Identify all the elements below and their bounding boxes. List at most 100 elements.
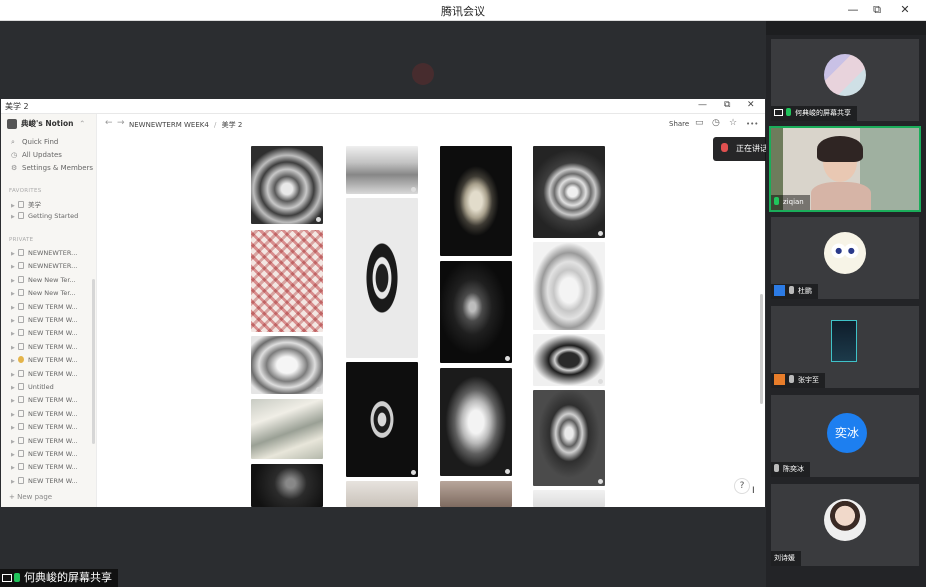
gallery-image[interactable]	[251, 399, 323, 459]
gallery-image[interactable]	[251, 336, 323, 394]
minimize-button[interactable]: —	[844, 2, 862, 18]
gallery-image[interactable]	[440, 261, 512, 363]
close-button[interactable]: ✕	[896, 2, 914, 18]
triangle-right-icon: ▶	[11, 371, 15, 378]
restore-button[interactable]: ⧉	[868, 2, 886, 18]
page-icon	[18, 302, 24, 310]
gallery-image[interactable]	[251, 464, 323, 507]
search-icon: ⌕	[11, 138, 15, 146]
settings-link[interactable]: ⚙ Settings & Members	[11, 164, 93, 172]
workspace-switcher[interactable]: 典峻's Notion ⌃	[7, 118, 85, 132]
triangle-right-icon: ▶	[11, 264, 15, 271]
gallery-image[interactable]	[533, 390, 605, 486]
gallery-image[interactable]	[346, 481, 418, 507]
text-cursor-icon: I	[752, 486, 755, 496]
more-icon[interactable]: •••	[746, 120, 758, 128]
sidebar-item-private[interactable]: ▶ NEW TERM W...	[11, 396, 91, 408]
sidebar-item-private[interactable]: ▶ Untitled	[11, 383, 91, 395]
updates-icon[interactable]: ◷	[712, 118, 720, 128]
image-badge-icon	[598, 231, 603, 236]
participant-label: 张宇至	[771, 373, 825, 388]
sidebar-item-private[interactable]: ▶ NEW TERM W...	[11, 476, 91, 489]
triangle-right-icon: ▶	[11, 331, 15, 338]
page-icon	[18, 383, 24, 390]
sidebar-item-private[interactable]: ▶ NEWNEWTER...	[11, 262, 91, 274]
shared-close-button[interactable]: ✕	[747, 100, 755, 110]
gallery-image[interactable]	[251, 230, 323, 332]
gallery-image[interactable]	[533, 146, 605, 238]
participant-tile[interactable]: ziqian	[769, 126, 921, 212]
participant-tile[interactable]: 刘诗媛	[771, 484, 919, 566]
participant-tile[interactable]: 张宇至	[771, 306, 919, 388]
gallery-image[interactable]	[533, 242, 605, 330]
sidebar-item-private[interactable]: ▶ NEW TERM W...	[11, 423, 91, 435]
comment-icon[interactable]: ▭	[695, 118, 704, 128]
back-arrow-icon[interactable]: ←	[105, 118, 113, 128]
sidebar-item-private[interactable]: ▶ NEW TERM W...	[11, 450, 91, 462]
gallery-image[interactable]	[533, 334, 605, 386]
participant-tile[interactable]: 奕冰 陈奕冰	[771, 395, 919, 477]
triangle-right-icon: ▶	[11, 465, 15, 472]
page-icon	[18, 476, 24, 484]
triangle-right-icon: ▶	[11, 318, 15, 324]
triangle-right-icon: ▶	[11, 203, 15, 209]
triangle-right-icon: ▶	[11, 478, 15, 485]
chevron-icon: ⌃	[79, 119, 86, 128]
page-scrollbar[interactable]	[760, 294, 763, 404]
favorite-icon[interactable]: ☆	[729, 118, 737, 128]
sidebar-item-favorite[interactable]: ▶ 美学	[11, 199, 91, 211]
forward-arrow-icon[interactable]: →	[117, 118, 125, 128]
page-icon	[18, 201, 24, 208]
gallery-image[interactable]	[440, 146, 512, 256]
sidebar-item-private[interactable]: ▶ NEW TERM W...	[11, 369, 91, 382]
participant-tile[interactable]: 何典峻的屏幕共享	[771, 39, 919, 121]
gallery-image[interactable]	[440, 368, 512, 476]
page-icon	[18, 463, 24, 471]
sidebar-item-private[interactable]: ▶ New New Ter...	[11, 289, 91, 301]
sidebar-item-favorite[interactable]: ▶ Getting Started	[11, 212, 91, 224]
all-updates-link[interactable]: ◷ All Updates	[11, 151, 62, 159]
window-title: 腾讯会议	[441, 5, 485, 18]
sidebar-item-private[interactable]: ▶ NEW TERM W...	[11, 316, 91, 328]
triangle-right-icon: ▶	[11, 214, 15, 220]
screen-share-icon	[774, 109, 783, 116]
page-icon	[18, 289, 24, 297]
sidebar-scrollbar[interactable]	[92, 279, 95, 444]
gallery-image[interactable]	[251, 146, 323, 224]
sidebar-item-private[interactable]: ▶ New New Ter...	[11, 275, 91, 288]
share-button[interactable]: Share	[669, 120, 689, 128]
gallery-image[interactable]	[346, 146, 418, 194]
gallery-image[interactable]	[346, 198, 418, 358]
page-icon	[18, 275, 24, 283]
sidebar-item-private[interactable]: ▶ NEW TERM W...	[11, 342, 91, 355]
notion-page: ← → NEWNEWTERM WEEK4 / 美学 2 Share ▭ ◷ ☆ …	[97, 114, 765, 507]
gallery-image[interactable]	[440, 481, 512, 507]
triangle-right-icon: ▶	[11, 344, 15, 351]
triangle-right-icon: ▶	[11, 304, 15, 311]
breadcrumb-current[interactable]: 美学 2	[222, 121, 243, 129]
sidebar-item-private[interactable]: ▶ NEW TERM W...	[11, 409, 91, 422]
help-button[interactable]: ?	[734, 478, 750, 494]
image-badge-icon	[411, 470, 416, 475]
sidebar-item-private[interactable]: ▶ NEW TERM W...	[11, 302, 91, 315]
mic-icon	[774, 197, 779, 205]
sidebar-item-private[interactable]: ▶ NEW TERM W...	[11, 329, 91, 341]
gallery-image[interactable]	[533, 490, 605, 507]
sidebar-item-private[interactable]: ▶ NEWNEWTER...	[11, 249, 91, 261]
sidebar-item-private[interactable]: ▶ NEW TERM W...	[11, 436, 91, 449]
participant-hair	[817, 136, 863, 162]
gallery-image[interactable]	[346, 362, 418, 477]
triangle-right-icon: ▶	[11, 411, 15, 418]
shared-restore-button[interactable]: ⧉	[724, 100, 730, 110]
triangle-right-icon: ▶	[11, 438, 15, 445]
sidebar-item-private[interactable]: ▶ NEW TERM W...	[11, 463, 91, 475]
shared-screen[interactable]: 美学 2 — ⧉ ✕ 典峻's Notion ⌃ ⌕ Quick Find ◷ Al…	[1, 99, 765, 507]
participant-tile[interactable]: 杜鹏	[771, 217, 919, 299]
participant-label: 杜鹏	[771, 284, 818, 299]
mic-muted-icon	[789, 375, 794, 383]
sidebar-item-private[interactable]: ▶ NEW TERM W...	[11, 356, 91, 368]
breadcrumb-parent[interactable]: NEWNEWTERM WEEK4	[129, 121, 209, 129]
new-page-button[interactable]: + New page	[9, 493, 52, 501]
quick-find-link[interactable]: ⌕ Quick Find	[11, 138, 58, 147]
shared-minimize-button[interactable]: —	[698, 100, 707, 110]
